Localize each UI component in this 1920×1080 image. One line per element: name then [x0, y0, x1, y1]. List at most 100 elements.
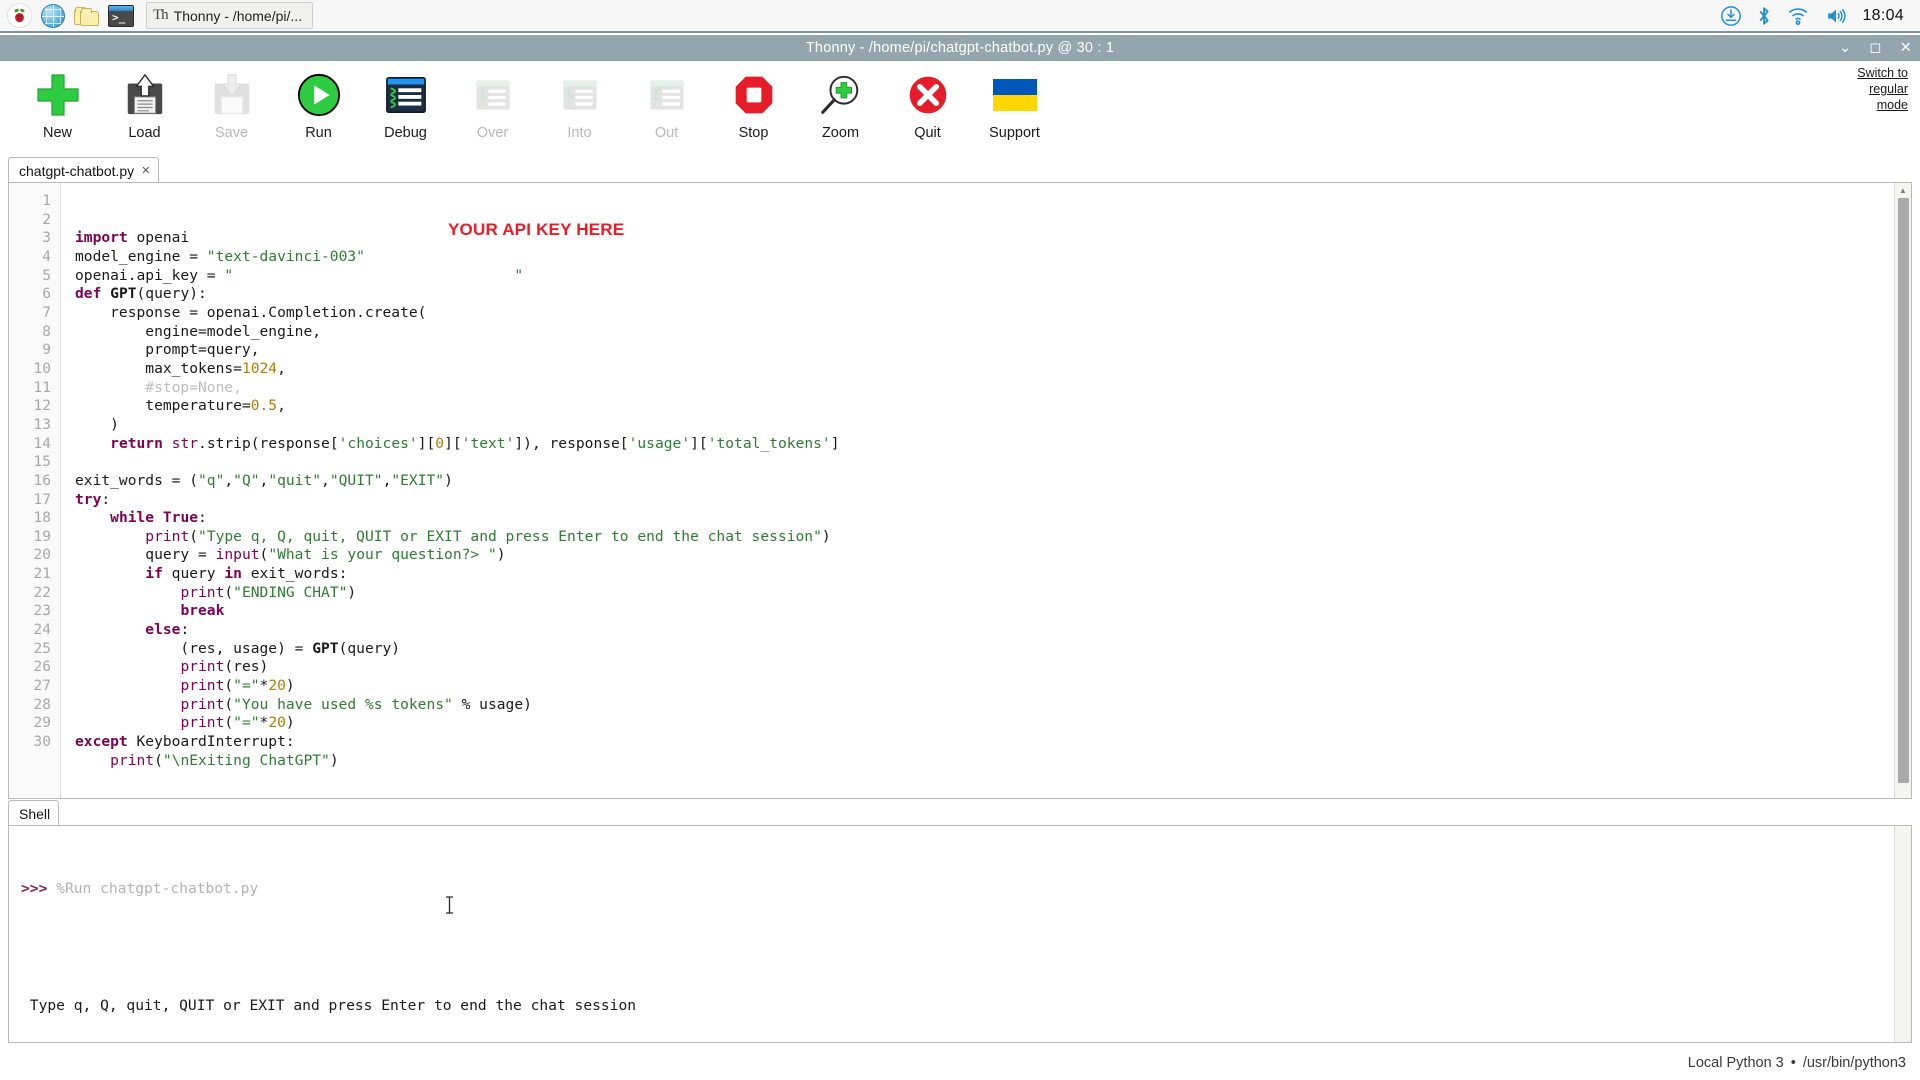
code-line: model_engine = "text-davinci-003"	[75, 247, 365, 265]
line-number: 23	[33, 603, 51, 620]
switch-mode-line2: regular	[1869, 82, 1908, 96]
window-title: Thonny - /home/pi/chatgpt-chatbot.py @ 3…	[805, 40, 1115, 56]
folder-glyph	[74, 5, 100, 27]
shell-prompt: >>>	[21, 880, 48, 897]
editor-tab-chatgpt-chatbot[interactable]: chatgpt-chatbot.py ✕	[8, 157, 160, 183]
line-number: 27	[33, 678, 51, 695]
code-line: while True:	[110, 509, 207, 527]
volume-icon[interactable]	[1824, 5, 1848, 27]
save-button[interactable]: Save	[188, 69, 275, 141]
code-line: print("="*20)	[180, 677, 295, 695]
step-out-icon	[645, 69, 689, 121]
shell-tab[interactable]: Shell	[8, 800, 60, 826]
save-button-label: Save	[214, 125, 249, 141]
code-line: print("You have used %s tokens" % usage)	[180, 695, 532, 713]
new-button[interactable]: New	[14, 69, 101, 141]
load-button[interactable]: Load	[101, 69, 188, 141]
terminal-icon[interactable]: >_	[106, 2, 136, 30]
run-button[interactable]: Run	[275, 69, 362, 141]
editor-tab-close-icon[interactable]: ✕	[141, 164, 150, 177]
shell-vertical-scrollbar[interactable]	[1894, 826, 1911, 1042]
shell-output[interactable]: >>> %Run chatgpt-chatbot.py Type q, Q, q…	[9, 826, 1911, 1042]
status-interpreter-path[interactable]: /usr/bin/python3	[1803, 1055, 1906, 1071]
scroll-up-arrow-icon[interactable]: ▲	[1895, 183, 1911, 197]
status-interpreter[interactable]: Local Python 3	[1688, 1055, 1784, 1071]
terminal-glyph: >_	[108, 4, 134, 27]
wifi-icon[interactable]	[1786, 5, 1810, 27]
window-titlebar: Thonny - /home/pi/chatgpt-chatbot.py @ 3…	[0, 35, 1920, 61]
line-number: 10	[33, 360, 51, 377]
api-key-annotation: YOUR API KEY HERE	[448, 220, 625, 239]
zoom-button[interactable]: Zoom	[797, 69, 884, 141]
line-number: 25	[33, 640, 51, 657]
bluetooth-icon[interactable]	[1756, 5, 1772, 27]
stop-octagon-icon	[732, 69, 776, 121]
code-editor[interactable]: 1 2 3 4 5 6 7 8 9 10 11 12 13 14 15 16 17 18 19 20 21 22 23 24 2…	[8, 182, 1912, 799]
editor-line-numbers: 1 2 3 4 5 6 7 8 9 10 11 12 13 14 15 16 17 18 19 20 21 22 23 24 2…	[9, 183, 61, 798]
line-number: 26	[33, 659, 51, 676]
switch-to-regular-mode-link[interactable]: Switch to regular mode	[1826, 65, 1908, 113]
code-line: query = input("What is your question?> "…	[75, 546, 506, 564]
globe-glyph	[41, 3, 65, 28]
web-browser-icon[interactable]	[38, 2, 68, 30]
step-over-button-label: Over	[476, 125, 509, 141]
code-line: )	[75, 415, 119, 433]
updates-icon[interactable]	[1720, 5, 1742, 27]
line-number: 1	[42, 193, 51, 209]
taskbar-window-button-thonny[interactable]: Th Thonny - /home/pi/...	[146, 2, 314, 29]
file-manager-icon[interactable]	[72, 2, 102, 30]
editor-code-area[interactable]: import openai model_engine = "text-davinc…	[61, 183, 1894, 798]
line-number: 9	[42, 342, 51, 359]
status-bar: Local Python 3 • /usr/bin/python3	[0, 1045, 1920, 1080]
debug-button-label: Debug	[384, 125, 427, 141]
code-line: openai.api_key = " "	[75, 266, 524, 284]
step-over-button[interactable]: Over	[449, 69, 536, 141]
minimize-button[interactable]: ⌄	[1839, 41, 1851, 56]
zoom-button-label: Zoom	[821, 125, 860, 141]
code-line: print("="*20)	[180, 714, 295, 732]
quit-button[interactable]: Quit	[884, 69, 971, 141]
ukraine-flag-icon	[992, 69, 1037, 121]
code-line: if query in exit_words:	[145, 565, 348, 583]
line-number: 2	[42, 211, 51, 228]
step-into-button[interactable]: Into	[536, 69, 623, 141]
line-number: 28	[33, 696, 51, 713]
shell-panel[interactable]: >>> %Run chatgpt-chatbot.py Type q, Q, q…	[8, 825, 1912, 1043]
taskbar-clock[interactable]: 18:04	[1862, 7, 1904, 25]
status-separator: •	[1790, 1054, 1796, 1071]
run-button-label: Run	[305, 125, 332, 141]
editor-vertical-scrollbar[interactable]: ▲	[1894, 183, 1911, 798]
code-line: print(res)	[180, 658, 269, 676]
plus-icon	[34, 69, 82, 121]
shell-tabbar: Shell	[8, 800, 60, 826]
text-cursor-icon	[392, 876, 453, 914]
code-line: print("\nExiting ChatGPT")	[110, 751, 339, 769]
line-number: 21	[33, 566, 51, 583]
debug-button[interactable]: Debug	[362, 69, 449, 141]
line-number: 22	[33, 584, 51, 601]
raspberry-logo-glyph	[6, 3, 32, 28]
stop-button[interactable]: Stop	[710, 69, 797, 141]
code-line: prompt=query,	[75, 341, 260, 359]
editor-scroll-thumb[interactable]	[1898, 198, 1909, 783]
shell-command: %Run chatgpt-chatbot.py	[56, 880, 259, 897]
line-number: 14	[33, 435, 51, 452]
debug-icon	[383, 69, 429, 121]
line-number: 13	[33, 416, 51, 433]
line-number: 16	[33, 472, 51, 489]
line-number: 20	[33, 547, 51, 564]
step-out-button[interactable]: Out	[623, 69, 710, 141]
maximize-button[interactable]: ◻	[1869, 41, 1881, 56]
code-line: except KeyboardInterrupt:	[75, 733, 295, 751]
line-number: 18	[33, 510, 51, 527]
line-number: 24	[33, 622, 51, 639]
shell-output-line: Type q, Q, quit, QUIT or EXIT and press …	[21, 997, 637, 1014]
line-number: 4	[42, 248, 51, 265]
taskbar-window-title: Thonny - /home/pi/...	[173, 7, 303, 24]
close-button[interactable]: ✕	[1900, 41, 1912, 56]
support-button[interactable]: Support	[971, 69, 1058, 141]
raspberry-menu-icon[interactable]	[4, 2, 34, 30]
load-button-label: Load	[128, 125, 161, 141]
line-number: 12	[33, 398, 51, 415]
